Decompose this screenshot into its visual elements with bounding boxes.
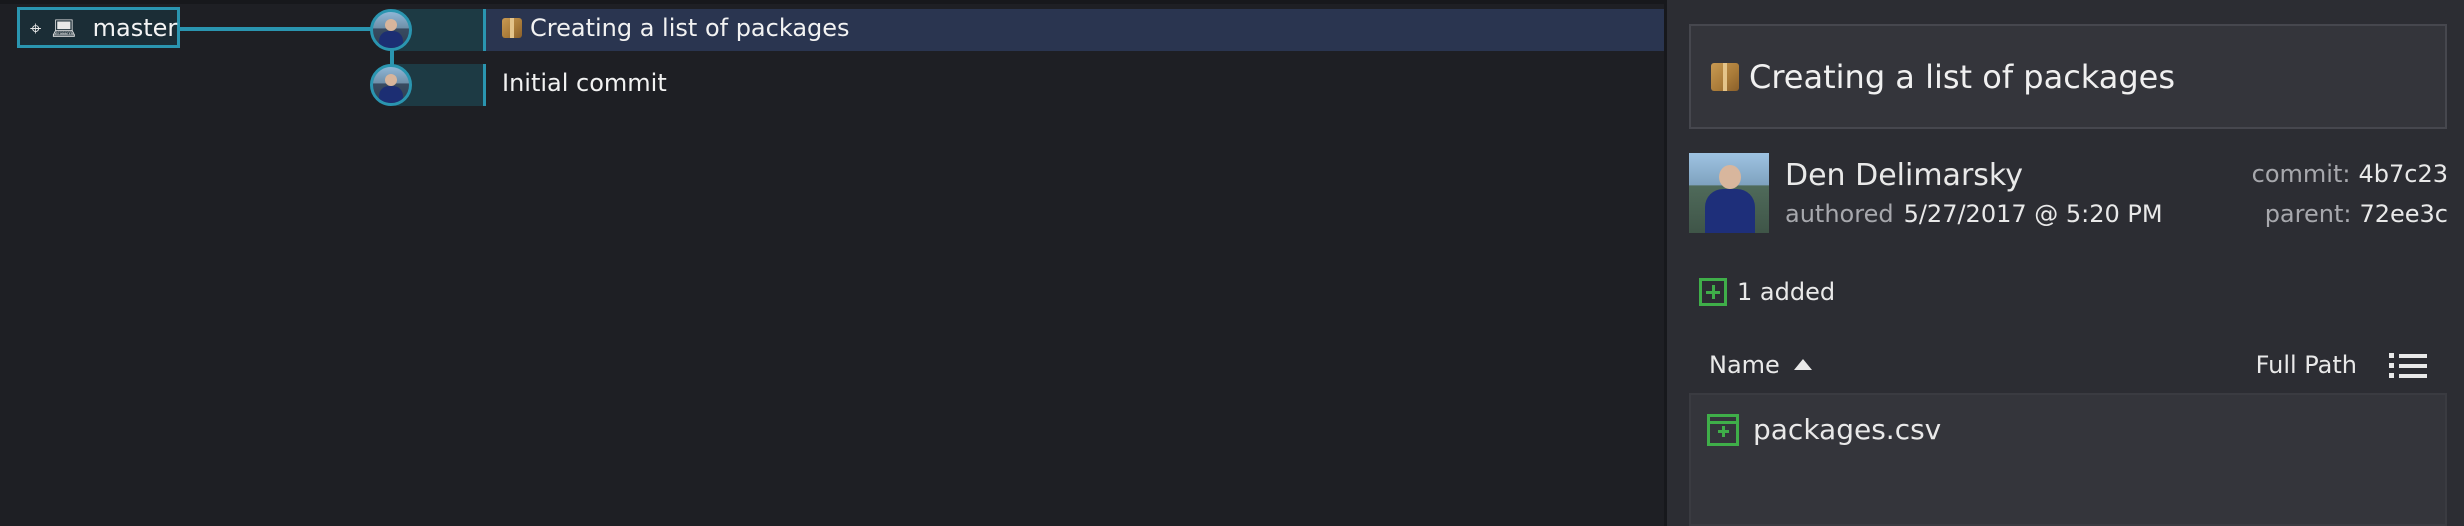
file-name: packages.csv [1753, 413, 1942, 446]
crosshair-icon: ⌖ [30, 15, 42, 40]
commit-title: Creating a list of packages [1749, 57, 2176, 96]
full-path-toggle[interactable]: Full Path [2256, 351, 2357, 379]
branch-connector [180, 27, 372, 31]
parent-sha[interactable]: parent: 72ee3c [2265, 200, 2448, 228]
author-avatar [1689, 153, 1769, 233]
package-icon [502, 18, 522, 38]
branch-name: master [92, 13, 178, 42]
file-list: packages.csv [1689, 393, 2447, 526]
author-name: Den Delimarsky [1785, 158, 2023, 193]
sort-ascending-icon [1793, 359, 1812, 370]
added-icon [1699, 278, 1727, 306]
commit-sha[interactable]: commit: 4b7c23 [2252, 160, 2448, 188]
package-icon [1711, 62, 1739, 91]
commit-message[interactable]: Initial commit [502, 69, 667, 97]
list-view-icon[interactable] [2389, 353, 2427, 379]
laptop-icon: 💻︎ [51, 15, 77, 40]
commit-title-box[interactable]: Creating a list of packages [1689, 24, 2447, 129]
commit-author-avatar[interactable] [370, 9, 412, 51]
commit-graph: ⌖ 💻︎ master Creating a list of packages … [0, 0, 1664, 526]
commit-author-avatar[interactable] [370, 64, 412, 106]
sort-by-name-button[interactable]: Name [1709, 351, 1812, 379]
added-files-summary: 1 added [1699, 278, 1835, 306]
files-header: Name Full Path [1689, 345, 2447, 393]
authored-date: authored 5/27/2017 @ 5:20 PM [1785, 200, 2163, 228]
commit-message[interactable]: Creating a list of packages [502, 14, 850, 42]
commit-details-panel: Creating a list of packages Den Delimars… [1664, 0, 2464, 526]
graph-top-border [0, 0, 1664, 4]
list-item[interactable]: packages.csv [1707, 413, 1941, 446]
branch-label-master[interactable]: ⌖ 💻︎ master [17, 7, 180, 48]
file-added-icon [1707, 413, 1739, 446]
